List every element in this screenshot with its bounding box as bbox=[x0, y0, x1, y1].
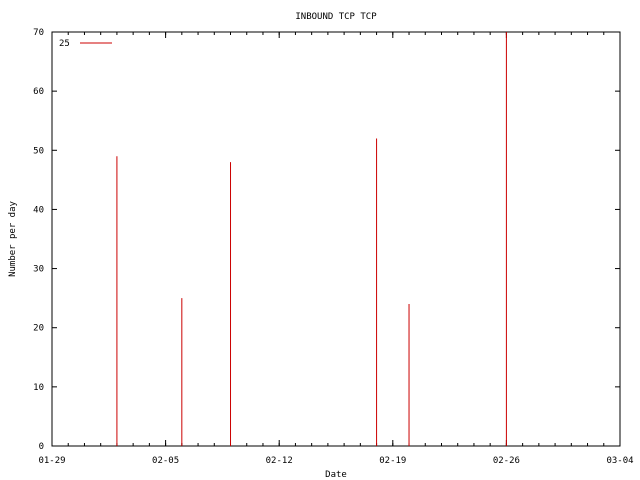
chart: 0 10 20 30 40 50 60 70 01-29 02-05 02-12 02-19 02-2… bbox=[8, 12, 634, 480]
plot-frame bbox=[51, 31, 621, 447]
legend: 25 bbox=[59, 39, 112, 49]
y-tick-label: 50 bbox=[33, 146, 44, 156]
y-axis-ticks: 0 10 20 30 40 50 60 70 bbox=[33, 28, 620, 452]
y-tick-label: 40 bbox=[33, 205, 44, 215]
x-axis-label: Date bbox=[325, 470, 347, 480]
y-tick-label: 30 bbox=[33, 265, 44, 275]
y-axis-label: Number per day bbox=[8, 200, 18, 276]
data-series-25 bbox=[116, 32, 507, 446]
y-tick-label: 20 bbox=[33, 324, 44, 334]
chart-title: INBOUND TCP TCP bbox=[295, 12, 377, 22]
legend-label: 25 bbox=[59, 39, 70, 49]
x-tick-label: 02-19 bbox=[379, 456, 406, 466]
y-tick-label: 0 bbox=[39, 442, 44, 452]
y-tick-label: 10 bbox=[33, 383, 44, 393]
y-tick-label: 60 bbox=[33, 87, 44, 97]
x-tick-label: 01-29 bbox=[38, 456, 65, 466]
x-axis-ticks: 01-29 02-05 02-12 02-19 02-26 03-04 bbox=[38, 32, 634, 466]
x-tick-label: 02-05 bbox=[152, 456, 179, 466]
x-tick-label: 02-26 bbox=[493, 456, 520, 466]
x-tick-label: 03-04 bbox=[606, 456, 633, 466]
y-tick-label: 70 bbox=[33, 28, 44, 38]
x-tick-label: 02-12 bbox=[266, 456, 293, 466]
